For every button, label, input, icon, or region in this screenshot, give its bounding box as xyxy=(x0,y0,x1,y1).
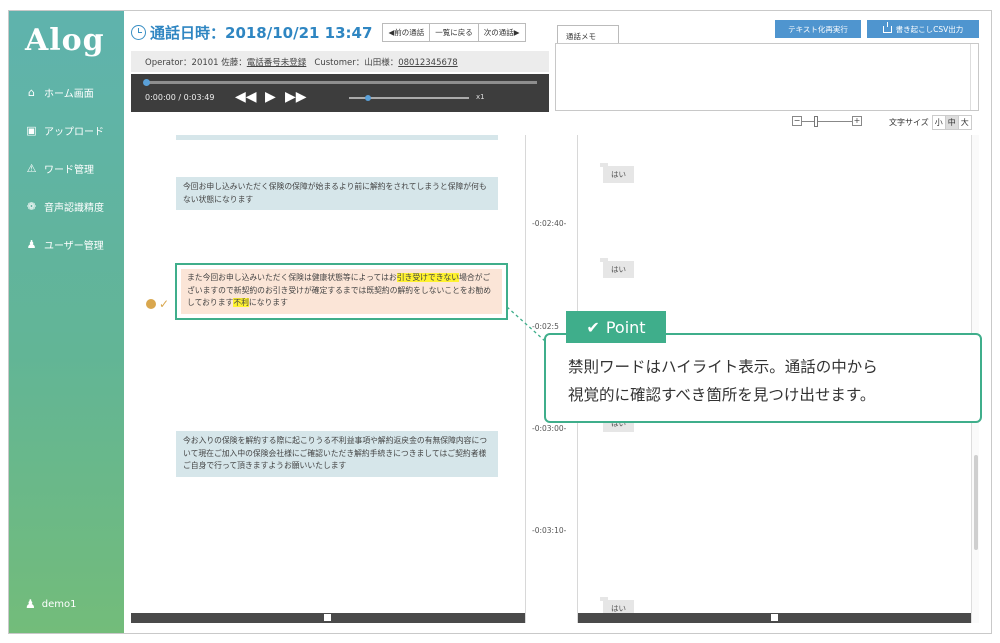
call-info: Operator：20101 佐藤：電話番号未登録 Customer：山田様：0… xyxy=(131,51,549,72)
export-csv-button[interactable]: 書き起こしCSV出力 xyxy=(867,20,979,38)
operator-message: 今回お申し込みいただく保険の保障が始まるより前に解約をされてしまうと保障が何もな… xyxy=(176,177,498,210)
playback-speed[interactable]: x1 xyxy=(476,93,485,101)
sidebar-item-label: ホーム画面 xyxy=(44,88,94,100)
sidebar-item-upload[interactable]: ▣ アップロード xyxy=(9,111,124,149)
zoom-out-button[interactable]: − xyxy=(792,116,802,126)
volume-handle[interactable] xyxy=(365,95,371,101)
sidebar: Alog ⌂ ホーム画面 ▣ アップロード ⚠ ワード管理 ❁ 音声認識精度 ♟… xyxy=(9,11,124,633)
font-size-medium[interactable]: 中 xyxy=(944,115,959,130)
point-text-line: 視覚的に確認すべき箇所を見つけ出せます。 xyxy=(568,386,876,404)
check-icon: ✓ xyxy=(159,297,170,311)
point-text-line: 禁則ワードはハイライト表示。通話の中から xyxy=(568,358,878,376)
operator-label: Operator：20101 佐藤： xyxy=(145,58,247,68)
back-to-list-button[interactable]: 一覧に戻る xyxy=(429,22,479,42)
audio-player: 0:00:00 / 0:03:49 ◀◀ ▶ ▶▶ x1 xyxy=(131,74,549,112)
flag-marker[interactable]: ✓ xyxy=(146,297,169,311)
users-icon: ♟ xyxy=(26,237,37,251)
prev-call-button[interactable]: ◀前の通話 xyxy=(382,22,431,42)
volume-slider[interactable] xyxy=(349,95,469,101)
callout-leader-line xyxy=(507,307,546,342)
user-icon: ♟ xyxy=(25,597,36,611)
sidebar-item-users[interactable]: ♟ ユーザー管理 xyxy=(9,225,124,263)
sidebar-item-label: 音声認識精度 xyxy=(44,202,104,214)
sidebar-item-accuracy[interactable]: ❁ 音声認識精度 xyxy=(9,187,124,225)
sidebar-nav: ⌂ ホーム画面 ▣ アップロード ⚠ ワード管理 ❁ 音声認識精度 ♟ ユーザー… xyxy=(9,73,124,263)
seek-bar[interactable] xyxy=(143,79,537,86)
customer-message: はい xyxy=(600,163,634,183)
operator-message: 今お入りの保険を解約する際に起こりうる不利益事項や解約返戻金の有無保障内容につい… xyxy=(176,431,498,477)
font-size-small[interactable]: 小 xyxy=(931,115,946,130)
highlighted-message-frame: また今回お申し込みいただく保険は健康状態等によってはお引き受けできない場合がござ… xyxy=(175,263,508,320)
customer-label: Customer：山田様： xyxy=(314,58,399,68)
memo-textarea[interactable] xyxy=(555,43,979,111)
current-user[interactable]: ♟ demo1 xyxy=(25,597,77,611)
playback-time: 0:00:00 / 0:03:49 xyxy=(145,93,215,102)
alert-icon: ⚠ xyxy=(26,161,37,175)
sidebar-item-word-management[interactable]: ⚠ ワード管理 xyxy=(9,149,124,187)
timestamp: -0:03:00- xyxy=(532,424,567,433)
message-text: になります xyxy=(248,298,288,307)
prohibited-word: 不利 xyxy=(233,298,249,307)
font-size-label: 文字サイズ xyxy=(889,118,929,127)
sidebar-item-label: アップロード xyxy=(44,126,104,138)
upload-icon: ▣ xyxy=(26,123,37,137)
plus-icon xyxy=(771,614,778,621)
plus-icon xyxy=(324,614,331,621)
scrollbar-thumb[interactable] xyxy=(974,455,978,550)
brand-logo: Alog xyxy=(25,23,105,58)
operator-phone-link[interactable]: 電話番号未登録 xyxy=(247,58,307,68)
sidebar-item-label: ユーザー管理 xyxy=(44,240,104,252)
retext-button[interactable]: テキスト化再実行 xyxy=(775,20,861,38)
zoom-in-button[interactable]: + xyxy=(852,116,862,126)
point-tag-label: Point xyxy=(605,317,646,337)
export-csv-label: 書き起こしCSV出力 xyxy=(895,24,964,34)
page-header: 通話日時：2018/10/21 13:47 ◀前の通話 一覧に戻る 次の通話▶ xyxy=(131,21,526,43)
prohibited-word: 引き受けできない xyxy=(396,273,460,282)
zoom-control: − + xyxy=(792,115,862,127)
memo-scrollbar[interactable] xyxy=(970,44,978,110)
next-call-button[interactable]: 次の通話▶ xyxy=(477,22,526,42)
accuracy-icon: ❁ xyxy=(26,199,37,213)
font-size-control: 文字サイズ 小 中 大 xyxy=(889,115,972,130)
point-tag: ✔ Point xyxy=(566,311,666,343)
seek-handle[interactable] xyxy=(143,79,150,86)
download-icon xyxy=(882,21,892,33)
sidebar-item-home[interactable]: ⌂ ホーム画面 xyxy=(9,73,124,111)
timestamp: -0:02:40- xyxy=(532,219,567,228)
sidebar-item-label: ワード管理 xyxy=(44,164,94,176)
app-frame: Alog ⌂ ホーム画面 ▣ アップロード ⚠ ワード管理 ❁ 音声認識精度 ♟… xyxy=(8,10,992,634)
retext-label: テキスト化再実行 xyxy=(788,24,848,34)
home-icon: ⌂ xyxy=(28,85,35,99)
zoom-slider[interactable] xyxy=(802,115,852,127)
clock-icon xyxy=(131,24,146,40)
fast-forward-icon[interactable]: ▶▶ xyxy=(285,90,307,104)
load-more-bar-operator[interactable] xyxy=(131,613,525,623)
customer-message: はい xyxy=(600,258,634,278)
zoom-handle[interactable] xyxy=(814,115,818,127)
font-size-large[interactable]: 大 xyxy=(957,115,972,130)
highlighted-operator-message: また今回お申し込みいただく保険は健康状態等によってはお引き受けできない場合がござ… xyxy=(181,269,502,314)
customer-phone-link[interactable]: 08012345678 xyxy=(398,58,458,68)
check-icon: ✔ xyxy=(586,317,600,337)
call-navigation: ◀前の通話 一覧に戻る 次の通話▶ xyxy=(382,22,526,42)
load-more-bar-customer[interactable] xyxy=(578,613,971,623)
point-callout: 禁則ワードはハイライト表示。通話の中から 視覚的に確認すべき箇所を見つけ出せます… xyxy=(544,333,982,423)
message-text: また今回お申し込みいただく保険は健康状態等によってはお xyxy=(187,273,397,282)
rewind-icon[interactable]: ◀◀ xyxy=(235,90,257,104)
memo-tab[interactable]: 通話メモ xyxy=(557,25,619,43)
play-icon[interactable]: ▶ xyxy=(265,90,276,104)
column-divider xyxy=(525,135,526,623)
marker-dot-icon xyxy=(146,299,156,309)
user-name: demo1 xyxy=(41,598,77,610)
operator-message-partial xyxy=(176,135,498,140)
page-title: 通話日時：2018/10/21 13:47 xyxy=(150,23,373,42)
timestamp: -0:03:10- xyxy=(532,526,567,535)
